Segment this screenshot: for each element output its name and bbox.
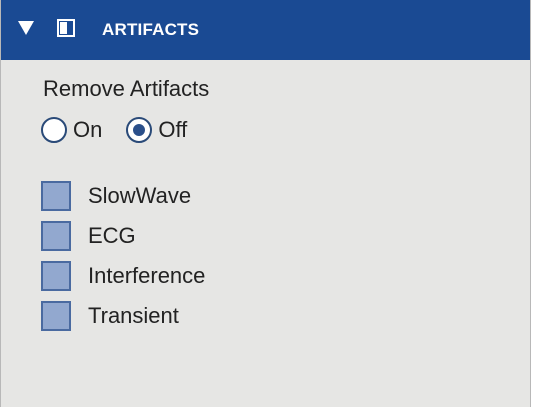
triangle-down-icon[interactable] (18, 21, 34, 35)
window-icon[interactable] (57, 19, 75, 37)
panel-header[interactable]: ARTIFACTS (1, 0, 530, 60)
checkbox-item-slowwave[interactable]: SlowWave (41, 176, 205, 216)
radio-off-circle[interactable] (126, 117, 153, 143)
panel-title: ARTIFACTS (102, 20, 200, 39)
radio-on[interactable]: On (41, 117, 102, 143)
checkbox-label: Transient (88, 303, 179, 328)
checkbox-transient[interactable] (41, 301, 71, 331)
artifact-types-list: SlowWave ECG Interference Transient (41, 176, 205, 336)
remove-artifacts-label: Remove Artifacts (43, 76, 210, 101)
window-icon-fill (60, 22, 67, 34)
checkbox-label: SlowWave (88, 183, 192, 208)
remove-artifacts-radio-group: On Off (41, 117, 187, 143)
radio-on-circle[interactable] (41, 117, 67, 143)
checkbox-ecg[interactable] (41, 221, 71, 251)
checkbox-item-interference[interactable]: Interference (41, 256, 205, 296)
checkbox-slowwave[interactable] (41, 181, 71, 211)
radio-on-label: On (73, 117, 103, 142)
radio-off-label: Off (158, 117, 188, 142)
artifacts-panel: ARTIFACTS Remove Artifacts On Off SlowWa… (0, 0, 531, 407)
checkbox-label: Interference (88, 263, 206, 288)
checkbox-label: ECG (88, 223, 136, 248)
checkbox-interference[interactable] (41, 261, 71, 291)
checkbox-item-ecg[interactable]: ECG (41, 216, 205, 256)
checkbox-item-transient[interactable]: Transient (41, 296, 205, 336)
radio-off[interactable]: Off (126, 117, 187, 143)
